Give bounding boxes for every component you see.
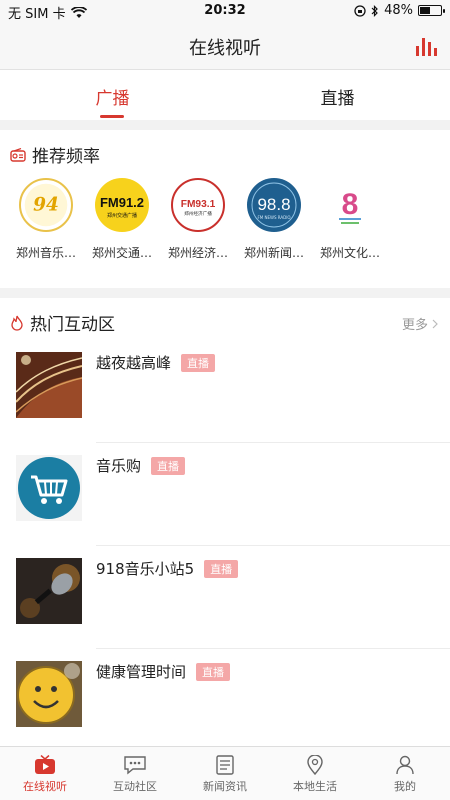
item-title-row: 918音乐小站5 直播 — [96, 558, 239, 579]
shopping-cart-thumb — [16, 455, 82, 521]
tab-online-media[interactable]: 在线视听 — [0, 747, 90, 800]
logo-94-text: 94 — [33, 195, 59, 216]
page-title: 在线视听 — [189, 38, 261, 59]
station-name: 郑州音乐… — [15, 246, 76, 260]
more-label: 更多 — [401, 318, 428, 333]
frequency-item-culture[interactable]: 8 郑州文化… — [312, 178, 388, 261]
bluetooth-icon — [371, 4, 378, 17]
station-logo-culture: 8 — [323, 178, 377, 232]
logo-94-graphic: 94 — [24, 183, 68, 227]
station-logo-music: 94 — [19, 178, 73, 232]
tab-label: 在线视听 — [23, 780, 67, 793]
tab-label: 本地生活 — [293, 780, 337, 793]
station-logo-economy: FM93.1 郑州经济广播 — [171, 178, 225, 232]
tab-broadcast[interactable]: 广播 — [0, 70, 225, 120]
hot-title: 热门互动区 — [30, 315, 115, 335]
logo-931-sub: 郑州经济广播 — [184, 210, 212, 217]
location-icon — [307, 755, 323, 775]
recommended-section: 推荐频率 94 郑州音乐… FM91.2 郑州交通广播 郑州交通… FM93.1… — [0, 130, 450, 288]
frequency-item-traffic[interactable]: FM91.2 郑州交通广播 郑州交通… — [84, 178, 160, 261]
bottom-tab-bar: 在线视听 互动社区 新闻资讯 本地生活 我的 — [0, 746, 450, 800]
logo-8-text: 8 — [342, 188, 359, 221]
item-title: 音乐购 — [96, 457, 142, 475]
tab-label: 新闻资讯 — [203, 780, 247, 793]
item-title-row: 音乐购 直播 — [96, 455, 186, 476]
logo-912-sub: 郑州交通广播 — [107, 212, 137, 219]
live-badge: 直播 — [196, 662, 231, 681]
live-badge: 直播 — [151, 456, 186, 475]
live-badge: 直播 — [181, 353, 216, 372]
logo-912-text: FM91.2 — [100, 195, 144, 210]
station-name: 郑州交通… — [91, 246, 152, 260]
chat-icon — [124, 756, 146, 775]
recommended-header: 推荐频率 — [10, 142, 100, 167]
station-logo-news: 98.8 FM NEWS RADIO — [247, 178, 301, 232]
frequency-item-news[interactable]: 98.8 FM NEWS RADIO 郑州新闻… — [236, 178, 312, 261]
logo-931-graphic: FM93.1 郑州经济广播 — [181, 199, 216, 217]
item-title-row: 健康管理时间 直播 — [96, 661, 231, 682]
item-title: 健康管理时间 — [96, 663, 187, 681]
station-name: 郑州经济… — [167, 246, 228, 260]
logo-912-graphic: FM91.2 郑州交通广播 — [100, 195, 144, 219]
nav-bar: 在线视听 — [0, 22, 450, 70]
battery-level — [420, 7, 430, 14]
equalizer-icon[interactable] — [414, 36, 442, 56]
concert-hall-thumb — [16, 352, 82, 418]
station-name: 郑州新闻… — [243, 246, 304, 260]
frequency-item-music[interactable]: 94 郑州音乐… — [8, 178, 84, 261]
tab-live[interactable]: 直播 — [225, 70, 450, 120]
list-item[interactable]: 越夜越高峰 直播 — [0, 340, 450, 443]
status-right: 48% — [354, 3, 445, 18]
list-item[interactable]: 音乐购 直播 — [0, 443, 450, 546]
frequency-item-economy[interactable]: FM93.1 郑州经济广播 郑州经济… — [160, 178, 236, 261]
station-name: 郑州文化… — [319, 246, 380, 260]
tab-underline — [100, 115, 124, 118]
tab-local-life[interactable]: 本地生活 — [270, 747, 360, 800]
live-badge: 直播 — [204, 559, 239, 578]
microphone-thumb — [16, 558, 82, 624]
list-item[interactable]: 健康管理时间 直播 — [0, 649, 450, 752]
tab-broadcast-label: 广播 — [95, 89, 130, 109]
item-title-row: 越夜越高峰 直播 — [96, 352, 216, 373]
tab-news[interactable]: 新闻资讯 — [180, 747, 270, 800]
status-bar: 无 SIM 卡 20:32 48% — [0, 0, 450, 22]
list-item[interactable]: 918音乐小站5 直播 — [0, 546, 450, 649]
hot-section: 热门互动区 更多 越夜越高峰 直播 音乐购 直播 918音乐小站5 直播 健康管… — [0, 298, 450, 746]
frequency-list: 94 郑州音乐… FM91.2 郑州交通广播 郑州交通… FM93.1 郑州经济… — [8, 178, 388, 261]
battery-percent: 48% — [384, 3, 413, 18]
news-icon — [216, 755, 234, 775]
clock-thumb — [16, 661, 82, 727]
station-logo-traffic: FM91.2 郑州交通广播 — [95, 178, 149, 232]
tv-play-icon — [35, 755, 55, 774]
logo-931-text: FM93.1 — [181, 199, 216, 210]
tab-mine[interactable]: 我的 — [360, 747, 450, 800]
logo-988-sub: FM NEWS RADIO — [257, 215, 290, 220]
flame-icon — [11, 315, 23, 331]
logo-8-graphic: 8 — [339, 188, 361, 224]
rotation-lock-icon — [354, 4, 366, 17]
tab-bar-top: 广播 直播 — [0, 70, 450, 120]
logo-988-graphic: 98.8 FM NEWS RADIO — [251, 182, 297, 228]
logo-988-text: 98.8 — [257, 195, 290, 214]
tab-live-label: 直播 — [320, 89, 355, 109]
radio-icon — [10, 147, 26, 162]
chevron-right-icon — [432, 319, 438, 328]
more-link[interactable]: 更多 — [402, 314, 438, 333]
tab-label: 我的 — [394, 780, 416, 793]
tab-community[interactable]: 互动社区 — [90, 747, 180, 800]
tab-label: 互动社区 — [113, 780, 157, 793]
battery-icon — [418, 5, 445, 16]
recommended-title: 推荐频率 — [32, 147, 100, 167]
item-title: 越夜越高峰 — [96, 354, 172, 372]
item-title: 918音乐小站5 — [96, 560, 195, 578]
hot-header: 热门互动区 — [10, 310, 115, 335]
user-icon — [396, 755, 414, 775]
